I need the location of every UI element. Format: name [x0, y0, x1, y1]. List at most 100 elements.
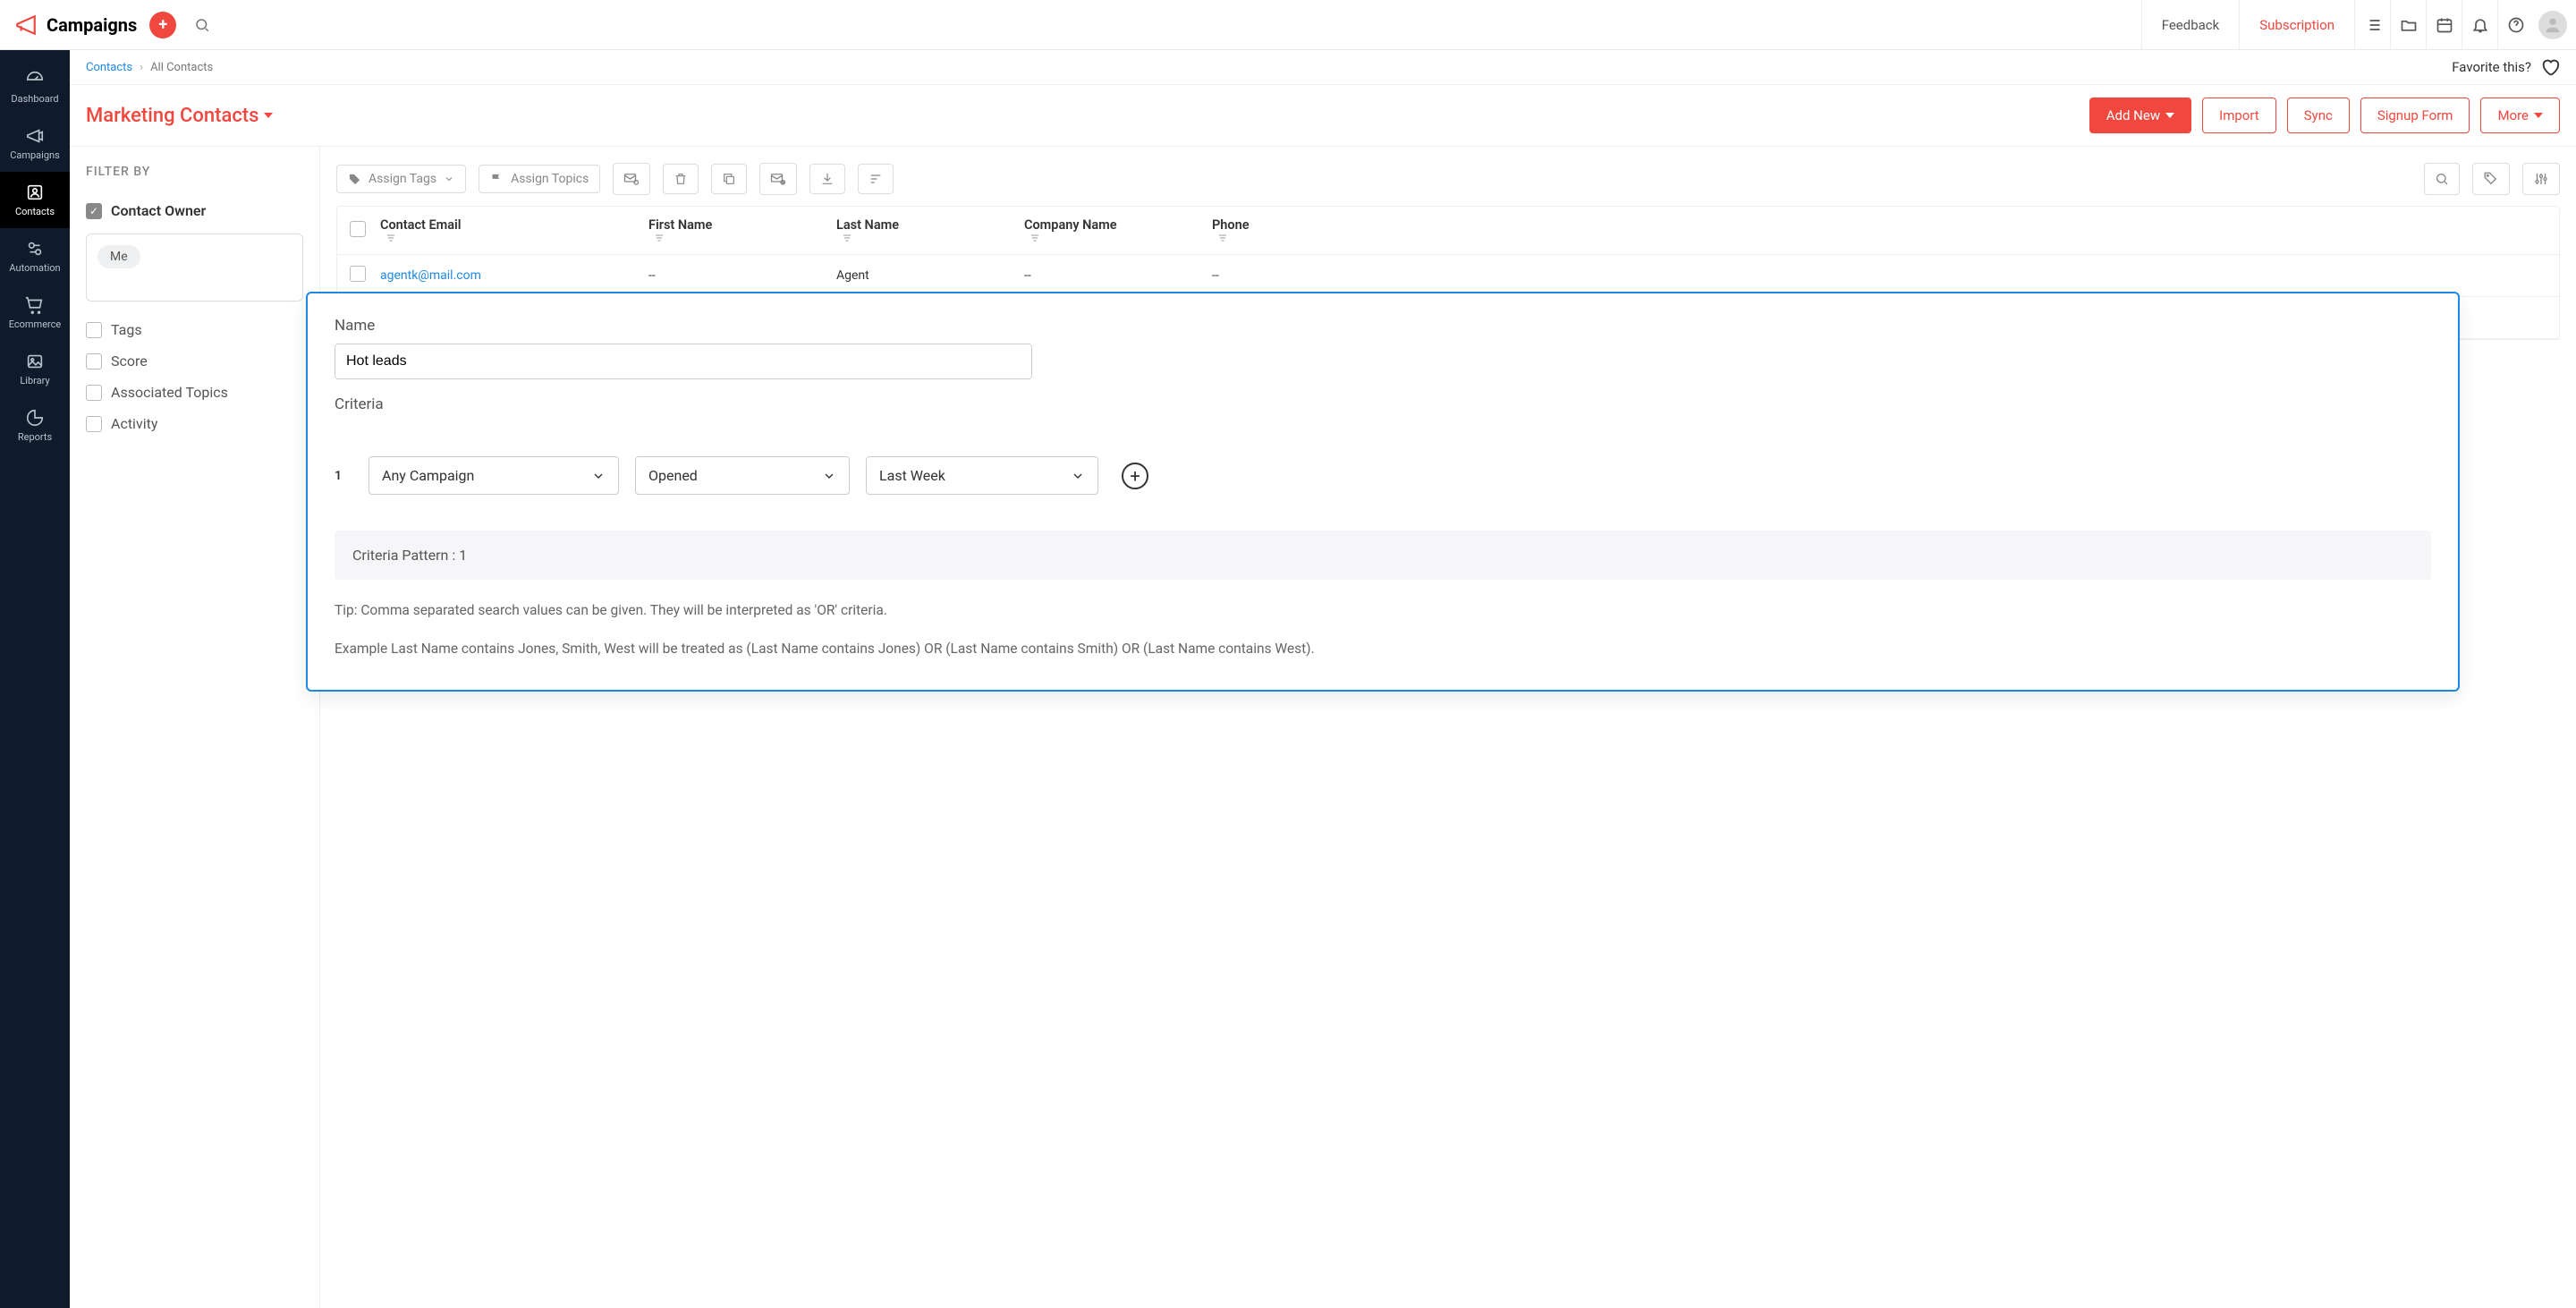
help-icon[interactable] — [2497, 0, 2533, 50]
left-nav: Dashboard Campaigns Contacts Automation … — [0, 50, 70, 1308]
owner-chip-box[interactable]: Me — [86, 234, 303, 302]
assign-tags-button[interactable]: Assign Tags — [336, 165, 466, 193]
flag-icon — [490, 173, 504, 186]
breadcrumb: Contacts › All Contacts Favorite this? — [70, 50, 2576, 85]
col-phone[interactable]: Phone — [1212, 217, 1355, 243]
trash-icon — [674, 172, 688, 186]
search-icon[interactable] — [189, 12, 216, 38]
col-company[interactable]: Company Name — [1024, 217, 1212, 243]
table-header: Contact Email First Name Last Name Compa… — [337, 207, 2559, 255]
filter-score[interactable]: Score — [86, 345, 303, 377]
mail-x-icon — [770, 171, 786, 187]
example-text: Example Last Name contains Jones, Smith,… — [335, 636, 2431, 662]
select-all-checkbox[interactable] — [350, 221, 366, 237]
add-button[interactable]: + — [149, 12, 176, 38]
criteria-pattern: Criteria Pattern : 1 — [335, 531, 2431, 580]
name-label: Name — [335, 317, 2431, 335]
nav-campaigns[interactable]: Campaigns — [0, 115, 70, 172]
add-criteria-button[interactable]: + — [1122, 463, 1148, 489]
pie-icon — [25, 408, 45, 428]
delete-button[interactable] — [663, 164, 699, 194]
checkbox-icon — [86, 385, 102, 401]
criteria-label: Criteria — [335, 395, 2431, 413]
nav-reports[interactable]: Reports — [0, 397, 70, 454]
nav-automation[interactable]: Automation — [0, 228, 70, 285]
sync-button[interactable]: Sync — [2287, 98, 2350, 133]
settings-button[interactable] — [2522, 163, 2560, 195]
sort-button[interactable] — [858, 164, 894, 194]
tag-icon — [348, 173, 361, 186]
more-button[interactable]: More — [2480, 98, 2560, 133]
mail-settings-button[interactable] — [613, 163, 650, 195]
app-title: Campaigns — [47, 14, 137, 36]
list-icon[interactable] — [2354, 0, 2390, 50]
me-chip[interactable]: Me — [97, 245, 140, 268]
email-link[interactable]: agentk@mail.com — [380, 268, 481, 283]
chevron-down-icon — [1071, 469, 1085, 483]
copy-button[interactable] — [711, 164, 747, 194]
feedback-link[interactable]: Feedback — [2141, 0, 2240, 49]
folder-icon[interactable] — [2390, 0, 2426, 50]
heart-icon[interactable] — [2540, 57, 2560, 77]
table-row[interactable]: agentk@mail.com -- Agent -- -- — [337, 255, 2559, 297]
tip-text: Tip: Comma separated search values can b… — [335, 598, 2431, 624]
breadcrumb-current: All Contacts — [150, 61, 213, 74]
nav-ecommerce[interactable]: Ecommerce — [0, 285, 70, 341]
contacts-icon — [25, 183, 45, 202]
chevron-down-icon — [591, 469, 606, 483]
col-last[interactable]: Last Name — [836, 217, 1024, 243]
calendar-icon[interactable] — [2426, 0, 2462, 50]
criteria-number: 1 — [335, 469, 352, 483]
row-checkbox[interactable] — [350, 266, 366, 282]
app-logo[interactable]: Campaigns — [14, 13, 137, 37]
filter-contact-owner[interactable]: ✓Contact Owner — [86, 195, 303, 226]
criteria-field-dropdown[interactable]: Any Campaign — [369, 456, 619, 495]
bell-icon[interactable] — [2462, 0, 2497, 50]
nav-library[interactable]: Library — [0, 341, 70, 397]
cart-icon — [25, 295, 45, 315]
signup-form-button[interactable]: Signup Form — [2360, 98, 2470, 133]
megaphone-icon — [14, 13, 38, 37]
avatar[interactable] — [2538, 11, 2567, 39]
search-list-button[interactable] — [2424, 163, 2460, 195]
chevron-down-icon — [822, 469, 836, 483]
sort-icon — [1030, 233, 1040, 243]
segment-name-input[interactable] — [335, 344, 1032, 379]
image-icon — [25, 352, 45, 371]
col-email[interactable]: Contact Email — [380, 217, 648, 243]
tag-filter-button[interactable] — [2472, 163, 2510, 195]
tags-icon — [2483, 171, 2499, 187]
automation-icon — [25, 239, 45, 259]
copy-icon — [722, 172, 736, 186]
gauge-icon — [25, 70, 45, 89]
filter-assoc-topics[interactable]: Associated Topics — [86, 377, 303, 408]
chevron-down-icon — [444, 174, 454, 184]
criteria-condition-dropdown[interactable]: Opened — [635, 456, 850, 495]
sort-icon — [386, 233, 396, 243]
nav-contacts[interactable]: Contacts — [0, 172, 70, 228]
checkbox-checked-icon: ✓ — [86, 203, 102, 219]
sort-icon — [1217, 233, 1228, 243]
subscription-link[interactable]: Subscription — [2239, 0, 2354, 49]
assign-topics-button[interactable]: Assign Topics — [479, 165, 600, 193]
megaphone-icon — [25, 126, 45, 146]
filter-heading: FILTER BY — [86, 165, 303, 179]
checkbox-icon — [86, 416, 102, 432]
sort-icon — [842, 233, 852, 243]
filter-activity[interactable]: Activity — [86, 408, 303, 439]
caret-down-icon — [2165, 113, 2174, 118]
breadcrumb-root[interactable]: Contacts — [86, 61, 132, 74]
segment-editor-modal: Name Criteria 1 Any Campaign Opened Last… — [306, 292, 2460, 692]
caret-down-icon — [264, 113, 273, 118]
mail-gear-icon — [623, 171, 640, 187]
download-button[interactable] — [809, 164, 845, 194]
nav-dashboard[interactable]: Dashboard — [0, 59, 70, 115]
checkbox-icon — [86, 322, 102, 338]
mail-cancel-button[interactable] — [759, 163, 797, 195]
add-new-button[interactable]: Add New — [2089, 98, 2191, 133]
col-first[interactable]: First Name — [648, 217, 836, 243]
page-title-dropdown[interactable]: Marketing Contacts — [86, 105, 273, 127]
criteria-value-dropdown[interactable]: Last Week — [866, 456, 1098, 495]
import-button[interactable]: Import — [2202, 98, 2276, 133]
filter-tags[interactable]: Tags — [86, 314, 303, 345]
